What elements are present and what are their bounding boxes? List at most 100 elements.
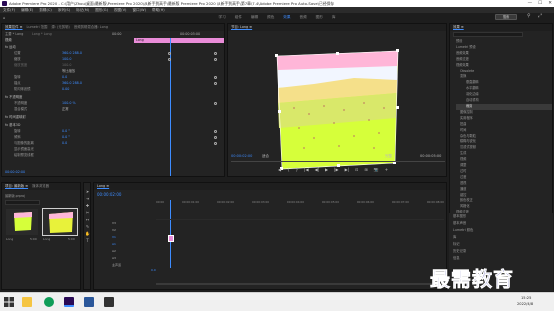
workspace-assembly[interactable]: 组件 — [235, 15, 242, 20]
blend-mode-select[interactable]: 正常 — [62, 107, 69, 112]
selection-tool-icon[interactable]: ➤ — [85, 189, 90, 194]
rotation-value[interactable]: 0.0 — [62, 75, 67, 80]
uniform-scale-checkbox[interactable]: 等比缩放 — [62, 69, 75, 74]
fx-opacity[interactable]: fx 不透明度 — [5, 95, 22, 100]
track-a3[interactable]: A3 — [112, 255, 156, 262]
ripple-edit-tool-icon[interactable]: ✚ — [85, 203, 90, 208]
step-back-icon[interactable]: ◀| — [315, 167, 319, 172]
opacity-value[interactable]: 100.0 % — [62, 101, 76, 106]
home-icon[interactable]: ⌂ — [3, 16, 5, 20]
taskbar-date[interactable]: 2022/4/8 — [517, 302, 533, 306]
export-frame-icon[interactable]: 📷 — [374, 167, 379, 172]
panel-libraries[interactable]: 库 — [453, 234, 553, 241]
program-timecode-left[interactable]: 00:00:02:00 — [231, 154, 252, 158]
clip-thumbnail[interactable] — [6, 209, 38, 235]
scale-value[interactable]: 100.0 — [62, 57, 71, 62]
panel-markers[interactable]: 标记 — [453, 241, 553, 248]
mark-out-icon[interactable]: } — [296, 167, 299, 172]
track-v2[interactable]: V2 — [112, 227, 156, 234]
track-v1[interactable]: V1 — [112, 234, 156, 241]
reset-icon[interactable] — [214, 58, 217, 61]
tab-effect-controls[interactable]: 效果控件 ≡ — [5, 24, 22, 31]
fx-motion[interactable]: fx 运动 — [5, 45, 16, 50]
close-button[interactable]: ✕ — [548, 0, 552, 7]
marker-icon[interactable]: ◀ — [278, 167, 281, 172]
timeline-scrollbar[interactable] — [156, 283, 444, 285]
tab-lumetri-scopes[interactable]: Lumetri 范围 — [26, 24, 47, 31]
track-select-tool-icon[interactable]: ⇥ — [85, 196, 90, 201]
keyframe-position[interactable] — [168, 52, 171, 55]
b3d-specular-checkbox[interactable]: 显示镜面高光 — [14, 147, 34, 152]
play-icon[interactable]: ▶ — [325, 167, 328, 172]
fx-basic-3d[interactable]: fx 基本3D — [5, 123, 20, 128]
keyframe-scale[interactable] — [168, 58, 171, 61]
pen-tool-icon[interactable]: ✎ — [85, 224, 90, 229]
program-scrub-bar[interactable] — [231, 161, 445, 162]
search-pill[interactable]: 搜索 — [495, 14, 517, 20]
extract-icon[interactable]: ⊞ — [364, 167, 367, 172]
tab-source[interactable]: 源: (无剪辑) — [51, 24, 69, 31]
tab-project[interactable]: 项目: 最新版 ≡ — [5, 183, 28, 190]
position-value[interactable]: 360.0 288.0 — [62, 51, 82, 56]
workspace-editing[interactable]: 编辑 — [251, 15, 258, 20]
ec-current-timecode[interactable]: 00:00:02:00 — [5, 170, 25, 175]
b3d-preview-checkbox[interactable]: 绘制预览线框 — [14, 153, 34, 158]
sequence-label[interactable]: Long * Long — [32, 32, 52, 37]
track-v3[interactable]: V3 — [112, 220, 156, 227]
tab-effects[interactable]: 效果 ≡ — [453, 24, 464, 31]
track-a2[interactable]: A2 — [112, 248, 156, 255]
tab-audio-mixer[interactable]: 音频剪辑混合器: Long — [74, 24, 108, 31]
workspace-color[interactable]: 颜色 — [267, 15, 274, 20]
go-to-in-icon[interactable]: |◀ — [304, 167, 308, 172]
razor-tool-icon[interactable]: ✂ — [85, 210, 90, 215]
tab-program[interactable]: 节目: Long ≡ — [231, 24, 252, 31]
expand-icon[interactable]: ⤢ — [538, 13, 542, 19]
lift-icon[interactable]: ⊡ — [355, 167, 358, 172]
maximize-button[interactable]: ☐ — [538, 0, 542, 7]
b3d-distance-value[interactable]: 0.0 — [62, 141, 67, 146]
b3d-tilt-value[interactable]: 0.0 ° — [62, 135, 70, 140]
source-label[interactable]: 主要 * Long — [5, 32, 23, 37]
reset-icon[interactable] — [214, 102, 217, 105]
app-icon[interactable] — [104, 297, 114, 307]
hand-tool-icon[interactable]: ✋ — [85, 231, 90, 236]
timeline-track-area[interactable] — [156, 219, 444, 275]
reset-icon[interactable] — [214, 52, 217, 55]
premiere-taskbar-icon[interactable] — [64, 297, 74, 307]
track-a1[interactable]: A1 — [112, 241, 156, 248]
panel-lumetri-color[interactable]: Lumetri 颜色 — [453, 227, 553, 234]
panel-essential-sound[interactable]: 基本声音 — [453, 220, 553, 227]
program-quality-select[interactable]: 完整 — [385, 154, 392, 159]
panel-info[interactable]: 信息 — [453, 255, 553, 262]
reset-icon[interactable] — [214, 136, 217, 139]
program-fit-select[interactable]: 适合 — [262, 154, 269, 159]
timeline-timecode[interactable]: 00:00:02:00 — [97, 192, 121, 197]
clip-bar[interactable]: Long — [134, 38, 224, 43]
workspace-learn[interactable]: 学习 — [219, 15, 226, 20]
reset-icon[interactable] — [214, 130, 217, 133]
slip-tool-icon[interactable]: ↔ — [85, 217, 90, 222]
workspace-libraries[interactable]: 库 — [332, 15, 336, 20]
workspace-graphics[interactable]: 图形 — [316, 15, 323, 20]
add-button-icon[interactable]: + — [385, 167, 388, 172]
reset-icon[interactable] — [214, 142, 217, 145]
master-track[interactable]: 主声道 — [112, 262, 156, 269]
antiflicker-value[interactable]: 0.00 — [62, 87, 69, 92]
fx-time-remapping[interactable]: fx 时间重映射 — [5, 115, 26, 120]
edge-browser-icon[interactable] — [44, 297, 54, 307]
mark-in-icon[interactable]: { — [287, 167, 290, 172]
word-icon[interactable] — [84, 297, 94, 307]
workspace-audio[interactable]: 音频 — [299, 15, 306, 20]
panel-history[interactable]: 历史记录 — [453, 248, 553, 255]
clip-thumbnail-selected[interactable] — [42, 208, 78, 236]
tab-timeline-long[interactable]: Long ≡ — [97, 183, 109, 190]
panel-essential-graphics[interactable]: 基本图形 — [453, 213, 553, 220]
project-search-input[interactable] — [5, 200, 40, 205]
windows-start-icon[interactable] — [4, 297, 14, 307]
timeline-ruler[interactable]: 00:00 00:00:01:00 00:00:02:00 00:00:03:0… — [156, 200, 444, 207]
reset-icon[interactable] — [214, 76, 217, 79]
tab-media-browser[interactable]: 媒体浏览器 — [32, 183, 49, 190]
anchor-value[interactable]: 360.0 288.0 — [62, 81, 82, 86]
minimize-button[interactable]: — — [528, 0, 533, 7]
effects-search-input[interactable] — [453, 32, 523, 37]
